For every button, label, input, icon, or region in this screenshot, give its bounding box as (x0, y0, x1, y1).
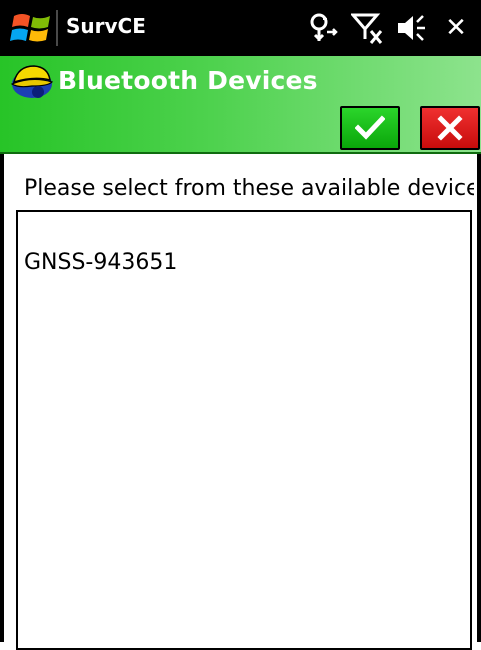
helmet-logo-icon (10, 65, 54, 98)
bluetooth-connectivity-icon[interactable] (307, 11, 341, 45)
windows-start-icon[interactable] (8, 8, 56, 48)
list-item[interactable]: GNSS-943651 (24, 250, 177, 275)
check-icon (355, 115, 385, 140)
ok-button[interactable] (340, 106, 400, 150)
left-border (0, 154, 4, 642)
dialog-header: Bluetooth Devices (0, 56, 481, 152)
system-bar-divider (56, 10, 58, 46)
system-icons: ✕ (307, 10, 473, 46)
device-list[interactable]: GNSS-943651 (16, 210, 472, 650)
cancel-button[interactable] (420, 106, 480, 150)
system-bar: SurvCE ✕ (0, 0, 481, 56)
right-border (477, 154, 481, 642)
select-prompt: Please select from these available devic… (24, 176, 474, 201)
dialog-title: Bluetooth Devices (58, 66, 318, 95)
app-title: SurvCE (66, 14, 146, 38)
speaker-icon[interactable] (395, 11, 429, 45)
signal-off-icon[interactable] (351, 11, 385, 45)
close-icon[interactable]: ✕ (439, 11, 473, 45)
x-icon (437, 115, 463, 141)
header-divider (0, 152, 481, 154)
